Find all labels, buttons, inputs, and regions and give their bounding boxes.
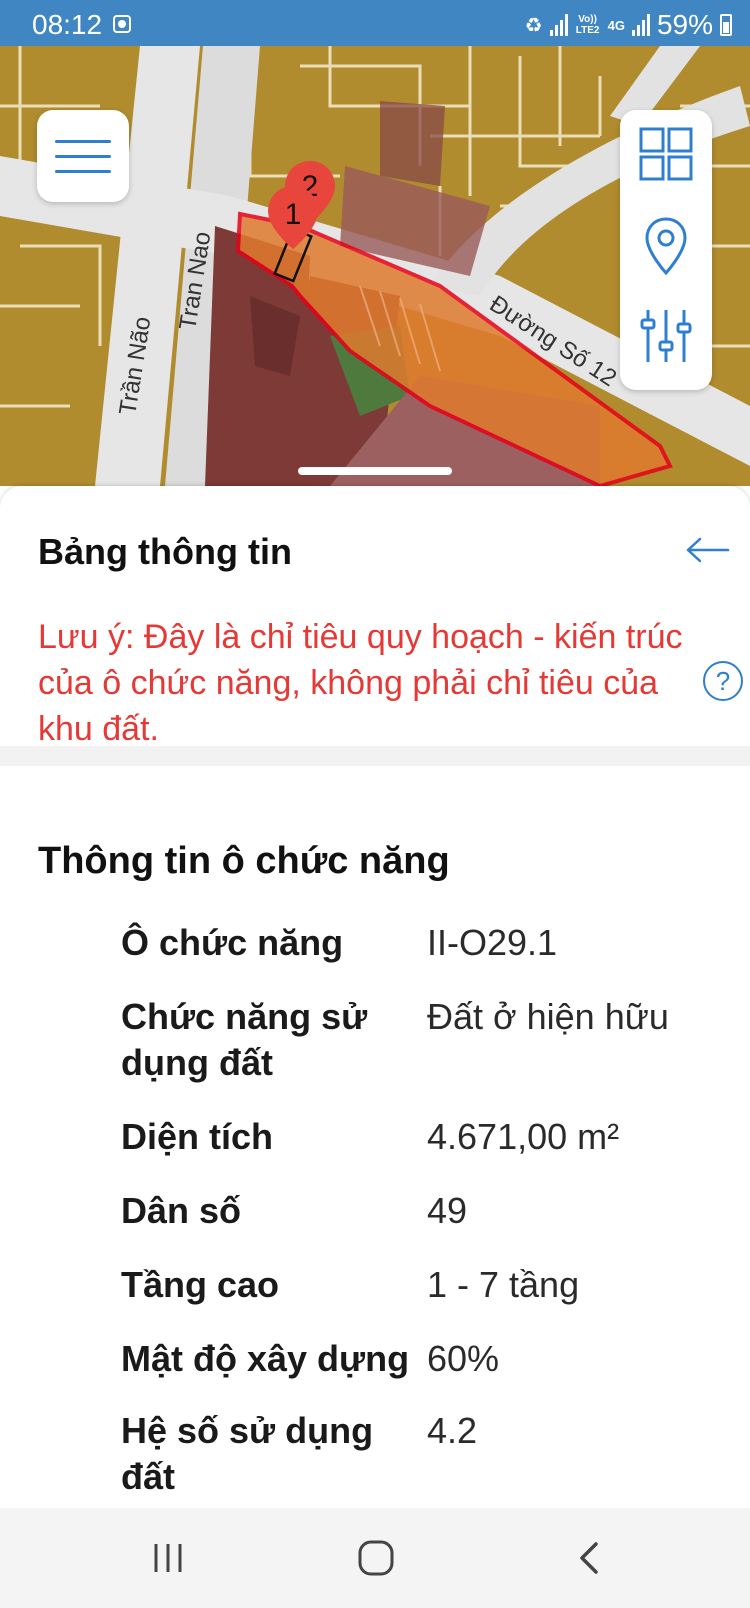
network-label: Vo)) LTE2 [575,14,600,36]
battery-icon [720,14,732,36]
status-bar: 08:12 ♻ Vo)) LTE2 4G 59% [0,0,750,46]
planning-note: Lưu ý: Đây là chỉ tiêu quy hoạch - kiến … [38,618,683,746]
info-value: 4.2 [427,1410,478,1451]
info-label: Mật độ xây dựng [121,1338,410,1379]
arrow-left-icon [686,537,730,563]
signal-icon-2 [631,14,650,36]
info-label: Dân số [121,1190,242,1231]
info-value: 49 [427,1190,468,1231]
system-nav-bar [0,1508,750,1608]
info-label: Diện tích [121,1116,274,1157]
status-indicators: ♻ Vo)) LTE2 4G 59% [525,9,732,41]
section-divider [0,746,750,766]
network-type: 4G [607,17,625,33]
back-nav-button[interactable] [570,1538,610,1578]
info-value: 4.671,00 m² [427,1116,620,1157]
help-icon[interactable]: ? [703,661,743,701]
status-time: 08:12 [32,9,103,40]
battery-level: 59% [656,9,713,40]
home-icon [358,1540,394,1576]
filter-button[interactable] [636,306,696,366]
panel-title: Bảng thông tin [38,531,292,572]
info-value: 60% [427,1338,500,1379]
info-label: Tầng cao [121,1264,280,1305]
back-button[interactable] [684,536,732,564]
location-button[interactable] [636,215,696,275]
signal-icon [549,14,568,36]
info-label: Chức năng sử dụng đất [121,996,368,1083]
recent-apps-icon [154,1544,182,1572]
notification-icon [113,15,131,33]
recycle-icon: ♻ [524,14,543,37]
section-title: Thông tin ô chức năng [38,840,450,882]
layers-button[interactable] [636,124,696,184]
grid-icon [639,127,693,181]
info-value: 1 - 7 tầng [427,1264,580,1305]
info-label: Hệ số sử dụng đất [121,1410,374,1497]
info-value: Đất ở hiện hữu [427,996,669,1037]
drag-handle[interactable] [298,467,452,475]
info-label: Ô chức năng [121,922,344,963]
map-toolbar [620,110,712,390]
location-pin-icon [645,217,687,275]
recent-apps-button[interactable] [148,1538,188,1578]
map-view[interactable]: Trần Não Tran Nao Đường Số 12 2 1 [0,46,750,486]
menu-button[interactable] [37,110,129,202]
chevron-left-icon [580,1542,598,1574]
home-button[interactable] [356,1538,396,1578]
map-marker-1-label: 1 [285,198,302,231]
sliders-icon [640,310,692,362]
info-value: II-O29.1 [427,922,558,963]
